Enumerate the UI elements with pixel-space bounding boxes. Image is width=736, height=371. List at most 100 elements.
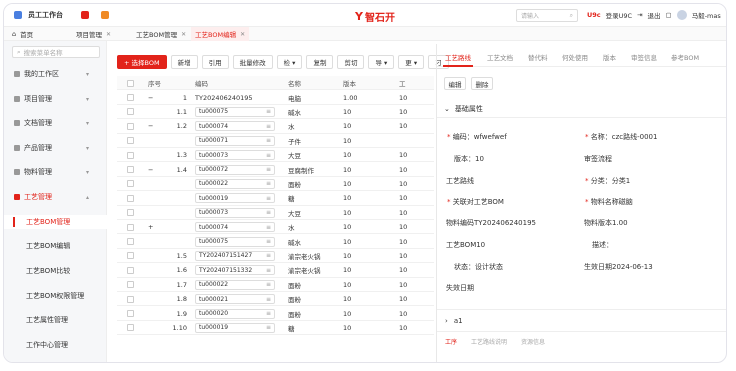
- row-checkbox[interactable]: [127, 234, 134, 248]
- code-input-box[interactable]: tu000072 ≡: [195, 164, 275, 175]
- close-icon[interactable]: ✕: [106, 31, 111, 38]
- table-row[interactable]: 1.10 tu000019 ≡ 糖 10 10: [117, 321, 434, 336]
- row-toggle[interactable]: −: [148, 162, 153, 176]
- row-code-input[interactable]: TY202407151332 ≡: [195, 263, 275, 277]
- row-checkbox[interactable]: [127, 90, 134, 104]
- row-code-input[interactable]: tu000022 ≡: [195, 177, 275, 191]
- row-code-input[interactable]: tu000022 ≡: [195, 278, 275, 292]
- sidebar-sub-process-attribute[interactable]: 工艺属性管理: [4, 313, 107, 327]
- sidebar-item-project[interactable]: 项目管理 ▾: [4, 92, 107, 106]
- code-input-box[interactable]: TY202407151427 ≡: [195, 250, 275, 261]
- code-input-box[interactable]: tu000019 ≡: [195, 193, 275, 204]
- reference-button[interactable]: 引用: [201, 55, 229, 69]
- copy-button[interactable]: 复制: [306, 55, 334, 69]
- table-row[interactable]: 1.3 tu000073 ≡ 大豆 10 10: [117, 148, 434, 163]
- table-row[interactable]: 1.6 TY202407151332 ≡ 渝宗老火锅 10 10: [117, 263, 434, 278]
- login-u9c-link[interactable]: 登录U9C: [606, 10, 632, 20]
- add-button[interactable]: 新增: [170, 55, 198, 69]
- table-row[interactable]: tu000019 ≡ 糖 10 10: [117, 191, 434, 206]
- list-icon[interactable]: ≡: [266, 224, 271, 231]
- app-red-icon[interactable]: [81, 11, 89, 19]
- row-code-input[interactable]: tu000074 ≡: [195, 119, 275, 133]
- sidebar-item-document[interactable]: 文档管理 ▾: [4, 116, 107, 130]
- close-icon[interactable]: ✕: [240, 31, 245, 38]
- list-icon[interactable]: ≡: [266, 166, 271, 173]
- table-row[interactable]: − 1 TY202406240195 电脑 1.00 10: [117, 90, 434, 105]
- row-code-input[interactable]: tu000075 ≡: [195, 234, 275, 248]
- table-row[interactable]: 1.7 tu000022 ≡ 面粉 10 10: [117, 278, 434, 292]
- logout-icon[interactable]: ⇥: [637, 11, 642, 19]
- code-input-box[interactable]: tu000020 ≡: [195, 308, 275, 319]
- sidebar-item-workspace[interactable]: 我的工作区 ▾: [4, 67, 107, 81]
- row-code-input[interactable]: tu000074 ≡: [195, 220, 275, 234]
- list-icon[interactable]: ≡: [266, 238, 271, 245]
- row-toggle[interactable]: −: [148, 119, 153, 133]
- tab-process-doc[interactable]: 工艺文档: [487, 52, 513, 62]
- delete-button[interactable]: 删除: [471, 77, 493, 90]
- user-name[interactable]: 马毅-mas: [692, 10, 721, 20]
- list-icon[interactable]: ≡: [266, 152, 271, 159]
- row-toggle[interactable]: +: [148, 220, 153, 234]
- logout-link[interactable]: 退出: [648, 10, 661, 20]
- row-code-input[interactable]: tu000019 ≡: [195, 321, 275, 335]
- tab-version[interactable]: 版本: [603, 52, 616, 62]
- global-search-input[interactable]: 请输入 ⌕: [516, 9, 578, 22]
- list-icon[interactable]: ≡: [266, 296, 271, 303]
- tab-operation[interactable]: 工序: [445, 337, 457, 346]
- row-checkbox[interactable]: [127, 306, 134, 320]
- tab-resource-info[interactable]: 资源信息: [521, 337, 545, 346]
- table-row[interactable]: 1.5 TY202407151427 ≡ 渝宗老火锅 10 10: [117, 249, 434, 264]
- tab-substitute[interactable]: 替代料: [528, 52, 548, 62]
- list-icon[interactable]: ≡: [266, 209, 271, 216]
- row-code-input[interactable]: tu000073 ≡: [195, 148, 275, 162]
- sidebar-sub-bom-permission[interactable]: 工艺BOM权限管理: [4, 289, 107, 303]
- list-icon[interactable]: ≡: [266, 310, 271, 317]
- code-input-box[interactable]: tu000074 ≡: [195, 121, 275, 132]
- code-input-box[interactable]: tu000075 ≡: [195, 106, 275, 117]
- notification-icon[interactable]: ▢: [666, 11, 672, 19]
- code-input-box[interactable]: TY202407151332 ≡: [195, 265, 275, 276]
- tab-project-management[interactable]: 项目管理 ✕: [72, 27, 115, 41]
- table-row[interactable]: − 1.4 tu000072 ≡ 豆腐制作 10 10: [117, 162, 434, 177]
- code-input-box[interactable]: tu000022 ≡: [195, 279, 275, 290]
- table-row[interactable]: 1.1 tu000075 ≡ 碱水 10 10: [117, 105, 434, 120]
- header-checkbox[interactable]: [127, 76, 134, 90]
- row-code-input[interactable]: tu000071 ≡: [195, 134, 275, 148]
- list-icon[interactable]: ≡: [266, 281, 271, 288]
- table-row[interactable]: 1.9 tu000020 ≡ 面粉 10 10: [117, 306, 434, 321]
- list-icon[interactable]: ≡: [266, 137, 271, 144]
- row-checkbox[interactable]: [127, 206, 134, 220]
- code-input-box[interactable]: tu000021 ≡: [195, 294, 275, 305]
- tab-home[interactable]: ⌂ 首页: [8, 27, 37, 41]
- list-icon[interactable]: ≡: [266, 180, 271, 187]
- code-input-box[interactable]: tu000074 ≡: [195, 222, 275, 233]
- sidebar-sub-work-center[interactable]: 工作中心管理: [4, 338, 107, 352]
- row-checkbox[interactable]: [127, 263, 134, 277]
- list-icon[interactable]: ≡: [266, 252, 271, 259]
- sidebar-item-product[interactable]: 产品管理 ▾: [4, 141, 107, 155]
- row-code-input[interactable]: tu000072 ≡: [195, 162, 275, 176]
- edit-button[interactable]: 编辑: [444, 77, 466, 90]
- check-dropdown-button[interactable]: 检 ▾: [276, 55, 303, 69]
- table-row[interactable]: − 1.2 tu000074 ≡ 水 10 10: [117, 119, 434, 134]
- row-checkbox[interactable]: [127, 191, 134, 205]
- sidebar-item-material[interactable]: 物料管理 ▾: [4, 165, 107, 179]
- row-checkbox[interactable]: [127, 105, 134, 119]
- sidebar-sub-bom-compare[interactable]: 工艺BOM比较: [4, 264, 107, 278]
- table-row[interactable]: tu000073 ≡ 大豆 10 10: [117, 206, 434, 220]
- more-dropdown-button[interactable]: 更 ▾: [398, 55, 425, 69]
- code-input-box[interactable]: tu000073 ≡: [195, 207, 275, 218]
- app-title[interactable]: 员工工作台: [28, 10, 63, 20]
- list-icon[interactable]: ≡: [266, 267, 271, 274]
- row-checkbox[interactable]: [127, 148, 134, 162]
- list-icon[interactable]: ≡: [266, 123, 271, 130]
- tab-route-description[interactable]: 工艺路线说明: [471, 337, 507, 346]
- subsection-a1-header[interactable]: › a1: [445, 317, 463, 325]
- row-checkbox[interactable]: [127, 134, 134, 148]
- batch-edit-button[interactable]: 批量修改: [232, 55, 273, 69]
- sidebar-sub-bom-management[interactable]: 工艺BOM管理: [4, 215, 107, 229]
- tab-approval[interactable]: 审签信息: [631, 52, 657, 62]
- menu-search-input[interactable]: ⌕ 搜索菜单名称: [12, 46, 100, 58]
- row-checkbox[interactable]: [127, 292, 134, 306]
- tab-reference-bom[interactable]: 参考BOM: [671, 52, 699, 62]
